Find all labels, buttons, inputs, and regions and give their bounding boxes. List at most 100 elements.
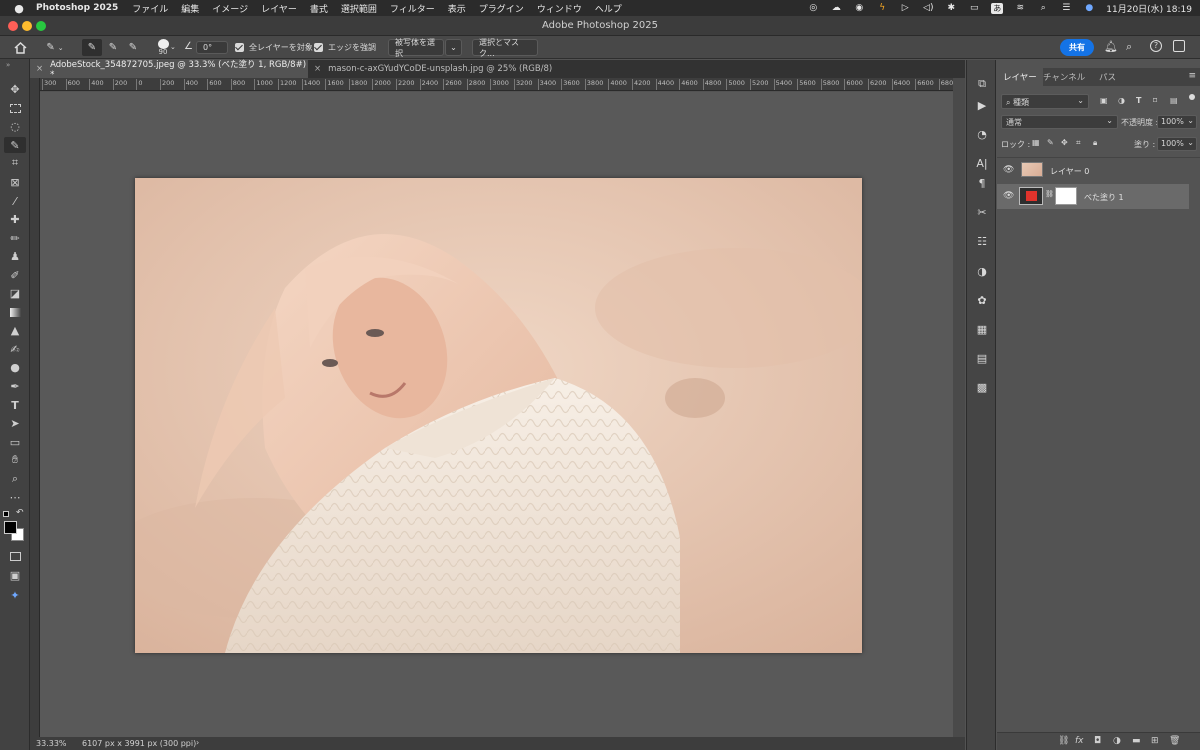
siri-icon[interactable]: ● (1083, 3, 1095, 13)
lasso-tool-icon[interactable]: ◌ (4, 118, 26, 134)
eraser-tool-icon[interactable]: ◪ (4, 285, 26, 301)
marquee-tool-icon[interactable] (4, 100, 26, 116)
menu-select[interactable]: 選択範囲 (341, 2, 377, 15)
healing-brush-tool-icon[interactable]: ✚ (4, 211, 26, 227)
datetime[interactable]: 11月20日(水) 18:19 (1106, 2, 1192, 15)
adjust-icon[interactable]: ◔ (974, 126, 990, 142)
swatches-palette-icon[interactable]: ✿ (974, 292, 990, 308)
paragraph-icon[interactable]: ¶ (974, 175, 990, 191)
menu-view[interactable]: 表示 (448, 2, 466, 15)
lock-all-icon[interactable]: 🔒︎ (1093, 138, 1097, 148)
home-button[interactable] (10, 39, 30, 56)
app-menu[interactable]: Photoshop 2025 (36, 3, 118, 13)
add-to-selection-button[interactable]: ✎ (103, 39, 123, 56)
visibility-eye-icon[interactable]: 👁︎ (1003, 191, 1014, 201)
actions-icon[interactable]: ▶ (974, 97, 990, 113)
more-tools-icon[interactable]: ⋯ (4, 489, 26, 505)
fill-input[interactable]: 100% ⌄ (1157, 137, 1197, 151)
lock-position-icon[interactable]: ✥ (1061, 138, 1068, 147)
control-center-icon[interactable]: ☰ (1060, 3, 1072, 13)
properties-icon[interactable]: ☷ (974, 233, 990, 249)
menu-edit[interactable]: 編集 (181, 2, 199, 15)
tools-icon[interactable]: ✂ (974, 204, 990, 220)
volume-icon[interactable]: ◁) (922, 3, 934, 13)
crop-tool-icon[interactable]: ⌗ (4, 155, 26, 171)
workspace-icon[interactable] (1173, 40, 1185, 52)
gradient-tool-icon[interactable] (4, 304, 26, 320)
filter-pixel-icon[interactable]: ▣ (1100, 96, 1108, 105)
foreground-color-swatch[interactable] (4, 521, 17, 534)
filter-adjustment-icon[interactable]: ◑ (1118, 96, 1125, 105)
new-layer-icon[interactable]: ⊞ (1151, 736, 1159, 746)
sync-icon[interactable]: ◉ (853, 3, 865, 13)
type-tool-icon[interactable]: T (4, 397, 26, 413)
adjustments-icon[interactable]: ◑ (974, 263, 990, 279)
generative-icon[interactable]: ✦ (4, 587, 26, 603)
lock-artboard-icon[interactable]: ⌗ (1076, 138, 1081, 148)
pen-tool-icon[interactable]: ✒ (4, 378, 26, 394)
tool-preset-picker[interactable]: ✎ ⌄ (40, 39, 70, 56)
chevron-down-icon[interactable]: ⌄ (170, 43, 176, 51)
menu-plugins[interactable]: プラグイン (479, 2, 524, 15)
path-selection-tool-icon[interactable]: ➤ (4, 415, 26, 431)
dodge-tool-icon[interactable]: ✍ (4, 341, 26, 357)
close-icon[interactable]: × (36, 64, 43, 74)
menu-filter[interactable]: フィルター (390, 2, 435, 15)
wifi-icon[interactable]: ≋ (1014, 3, 1026, 13)
tab-mason-unsplash[interactable]: × mason-c-axGYudYCoDE-unsplash.jpg @ 25%… (308, 60, 588, 78)
toolbar-collapse-icon[interactable]: » (6, 61, 10, 69)
bluetooth-icon[interactable]: ✱ (945, 3, 957, 13)
brush-tool-icon[interactable]: ✏ (4, 230, 26, 246)
menu-window[interactable]: ウィンドウ (537, 2, 582, 15)
bell-icon[interactable]: 🔔︎ (1104, 40, 1118, 53)
chain-link-icon[interactable]: ⛓︎ (1045, 190, 1054, 198)
character-icon[interactable]: A| (974, 155, 990, 171)
trash-icon[interactable]: 🗑︎ (1169, 736, 1180, 746)
subtract-from-selection-button[interactable]: ✎ (123, 39, 143, 56)
layer-row-fill1[interactable]: 👁︎ ⛓︎ べた塗り 1 (997, 184, 1189, 209)
quick-selection-tool-icon[interactable]: ✎ (4, 137, 26, 153)
creative-cloud-icon[interactable]: ◎ (807, 3, 819, 13)
add-mask-icon[interactable]: ◘ (1094, 736, 1101, 746)
input-method-icon[interactable]: あ (991, 2, 1004, 14)
layer-row-layer0[interactable]: 👁︎ レイヤー 0 (997, 158, 1189, 183)
document-info[interactable]: 6107 px x 3991 px (300 ppi) (82, 739, 196, 748)
menu-file[interactable]: ファイル (132, 2, 168, 15)
default-colors-icon[interactable] (3, 511, 9, 517)
document-image[interactable] (135, 178, 862, 653)
close-icon[interactable]: × (314, 64, 321, 74)
menu-layer[interactable]: レイヤー (261, 2, 297, 15)
filter-kind-select[interactable]: ⌕ 種類 ⌄ (1001, 94, 1089, 109)
link-layers-icon[interactable]: ⛓︎ (1058, 736, 1069, 746)
vertical-ruler[interactable] (30, 78, 40, 737)
rectangle-tool-icon[interactable]: ▭ (4, 434, 26, 450)
patterns-icon[interactable]: ▩ (974, 379, 990, 395)
search-icon[interactable]: ⌕ (1126, 40, 1132, 54)
blur-tool-icon[interactable]: ▲ (4, 322, 26, 338)
visibility-eye-icon[interactable]: 👁︎ (1003, 165, 1014, 175)
grid-icon[interactable]: ▦ (974, 321, 990, 337)
enhance-edge-checkbox[interactable]: エッジを強調 (314, 39, 384, 56)
search-icon[interactable]: ⌕ (1037, 3, 1049, 13)
zoom-tool-icon[interactable]: ⌕ (4, 471, 26, 487)
history-brush-tool-icon[interactable]: ✐ (4, 267, 26, 283)
vertical-scrollbar[interactable] (953, 78, 965, 737)
blend-mode-select[interactable]: 通常 ⌄ (1001, 115, 1118, 129)
screen-mode-icon[interactable]: ▣ (4, 567, 26, 583)
menu-type[interactable]: 書式 (310, 2, 328, 15)
chevron-right-icon[interactable]: › (196, 738, 199, 747)
filter-toggle-icon[interactable] (1189, 94, 1195, 100)
menu-image[interactable]: イメージ (212, 2, 248, 15)
filter-type-icon[interactable]: T (1136, 96, 1141, 105)
select-subject-dropdown[interactable]: ⌄ (445, 39, 462, 56)
horizontal-ruler[interactable]: 300 600 400 200 0 200 400 600 800 1000 1200 1400 160… (40, 78, 953, 91)
layer-style-icon[interactable]: fx (1075, 736, 1084, 746)
tab-channels[interactable]: チャンネル (1037, 68, 1091, 86)
help-icon[interactable]: ? (1150, 40, 1162, 52)
bolt-icon[interactable]: ϟ (876, 3, 888, 13)
share-button[interactable]: 共有 (1060, 39, 1094, 56)
zoom-level[interactable]: 33.33% (36, 739, 67, 748)
gradient-panel-icon[interactable]: ▤ (974, 350, 990, 366)
new-adjustment-icon[interactable]: ◑ (1113, 736, 1121, 746)
swap-colors-icon[interactable]: ↶ (16, 508, 24, 518)
